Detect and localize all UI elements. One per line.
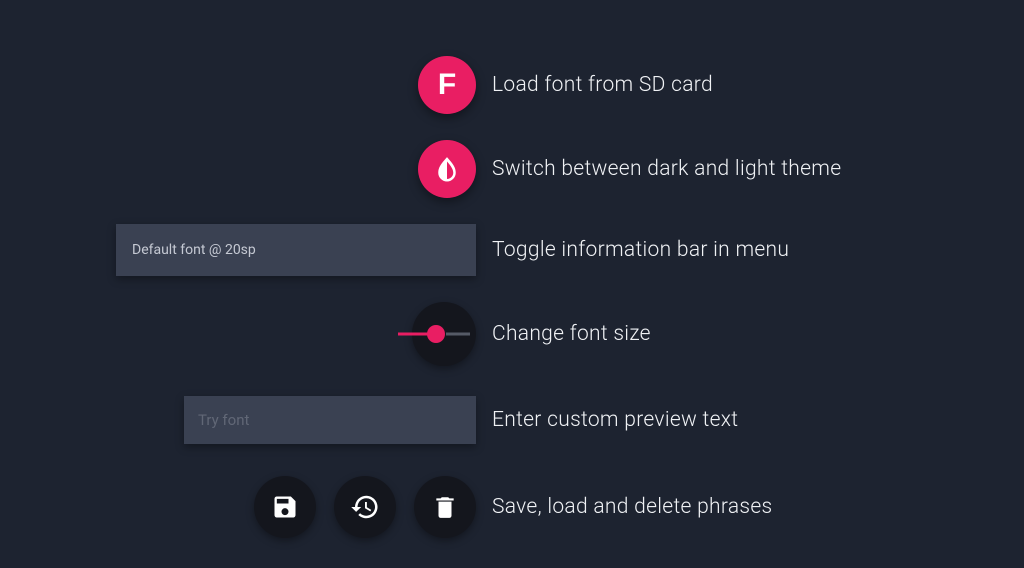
slider-thumb-icon [427,325,445,343]
font-size-slider[interactable] [412,302,476,366]
slider-track-inactive [446,333,470,336]
load-font-label: Load font from SD card [492,73,1024,97]
info-bar-label: Toggle information bar in menu [492,238,1024,262]
invert-colors-icon [432,154,462,184]
delete-icon [432,494,458,520]
theme-toggle-button[interactable] [418,140,476,198]
font-size-row: Change font size [0,302,1024,366]
preview-row: Try font Enter custom preview text [0,396,1024,444]
slider-track-active [398,333,428,336]
load-font-button[interactable]: F [418,56,476,114]
phrases-label: Save, load and delete phrases [492,495,1024,519]
info-bar[interactable]: Default font @ 20sp [116,224,476,276]
info-bar-row: Default font @ 20sp Toggle information b… [0,224,1024,276]
load-phrase-button[interactable] [334,476,396,538]
save-icon [271,493,299,521]
theme-label: Switch between dark and light theme [492,157,1024,181]
preview-label: Enter custom preview text [492,408,1024,432]
font-size-label: Change font size [492,322,1024,346]
history-icon [350,492,380,522]
load-font-row: F Load font from SD card [0,56,1024,114]
theme-row: Switch between dark and light theme [0,140,1024,198]
delete-phrase-button[interactable] [414,476,476,538]
preview-placeholder: Try font [198,411,249,429]
phrases-row: Save, load and delete phrases [0,476,1024,538]
info-bar-text: Default font @ 20sp [132,242,256,258]
preview-text-input[interactable]: Try font [184,396,476,444]
font-letter-icon: F [438,68,456,102]
save-phrase-button[interactable] [254,476,316,538]
